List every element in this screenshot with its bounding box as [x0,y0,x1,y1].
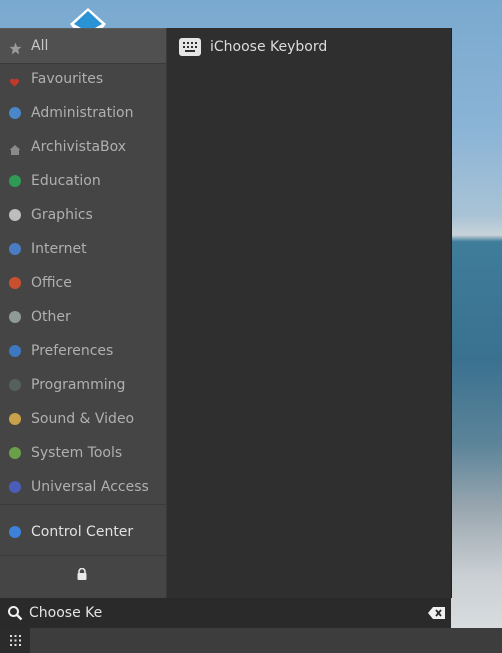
search-icon [8,606,23,621]
category-graphics[interactable]: Graphics [0,198,166,232]
keyboard-icon [179,38,201,56]
search-bar [0,598,451,628]
result-label: iChoose Keybord [210,39,328,55]
bottom-panel [0,628,502,653]
graphics-icon [9,209,21,221]
category-label: Programming [31,377,126,393]
category-label: Preferences [31,343,114,359]
category-favourites[interactable]: Favourites [0,62,166,96]
category-label: Office [31,275,72,291]
category-preferences[interactable]: Preferences [0,334,166,368]
category-other[interactable]: Other [0,300,166,334]
preferences-icon [9,345,21,357]
category-programming[interactable]: Programming [0,368,166,402]
office-icon [9,277,21,289]
category-all[interactable]: All [0,28,166,64]
category-label: System Tools [31,445,123,461]
apps-grid-icon [9,635,21,646]
results-pane: iChoose Keybord [167,28,451,598]
category-label: Favourites [31,71,104,87]
separator [0,555,166,556]
home-icon [9,141,21,155]
administration-icon [9,107,21,119]
category-internet[interactable]: Internet [0,232,166,266]
category-label: All [31,38,49,54]
result-item[interactable]: iChoose Keybord [179,38,327,56]
category-system-tools[interactable]: System Tools [0,436,166,470]
heart-icon [9,73,21,87]
internet-icon [9,243,21,255]
category-label: Internet [31,241,87,257]
universal-access-icon [9,481,21,493]
category-label: Sound & Video [31,411,135,427]
control-center-button[interactable]: Control Center [0,515,166,549]
category-label: Universal Access [31,479,149,495]
category-label: ArchivistaBox [31,139,127,155]
category-archivistabox[interactable]: ArchivistaBox [0,130,166,164]
category-label: Graphics [31,207,93,223]
applications-menu-button[interactable] [0,628,30,653]
control-center-label: Control Center [31,524,134,540]
system-tools-icon [9,447,21,459]
category-office[interactable]: Office [0,266,166,300]
star-icon [9,40,22,55]
category-administration[interactable]: Administration [0,96,166,130]
other-icon [9,311,21,323]
education-icon [9,175,21,187]
category-education[interactable]: Education [0,164,166,198]
category-label: Administration [31,105,134,121]
category-label: Education [31,173,101,189]
control-center-icon [9,526,21,538]
category-sidebar: All Favourites Administration ArchivistaBox… [0,28,167,598]
lock-screen-icon[interactable] [76,568,88,580]
category-sound-video[interactable]: Sound & Video [0,402,166,436]
sound-video-icon [9,413,21,425]
category-label: Other [31,309,71,325]
application-menu: All Favourites Administration ArchivistaBox… [0,28,452,598]
category-universal-access[interactable]: Universal Access [0,470,166,504]
separator [0,504,166,505]
search-input[interactable] [29,605,409,621]
programming-icon [9,379,21,391]
clear-search-icon[interactable] [428,607,445,619]
